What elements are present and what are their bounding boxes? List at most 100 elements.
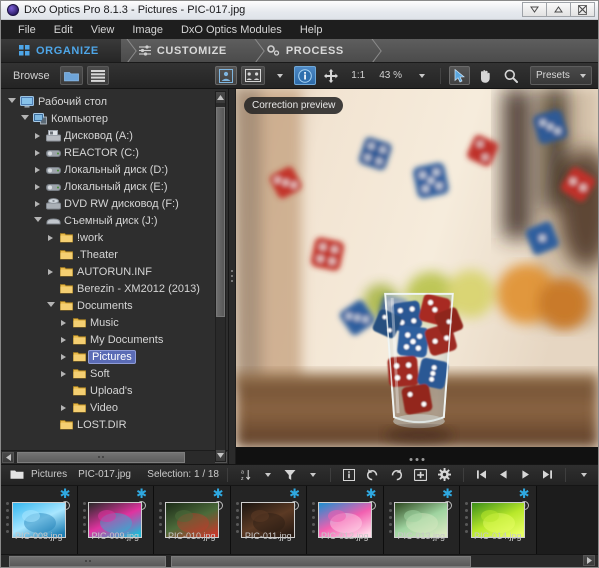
magnifier-tool-icon[interactable]: [500, 66, 522, 85]
tree-item-a[interactable]: Дисковод (A:): [1, 127, 228, 144]
menu-view[interactable]: View: [82, 22, 124, 38]
scroll-thumb[interactable]: [216, 107, 225, 317]
scroll-left-button[interactable]: [2, 451, 14, 463]
tree-item-reactor-c[interactable]: REACTOR (C:): [1, 144, 228, 161]
tree-item-[interactable]: Рабочий стол: [1, 93, 228, 110]
menu-dxo-optics-modules[interactable]: DxO Optics Modules: [172, 22, 291, 38]
filmstrip-horizontal-scrollbar[interactable]: [1, 554, 598, 567]
tree-item-berezin-xm2012-2013[interactable]: Berezin - XM2012 (2013): [1, 280, 228, 297]
thumbnail-item[interactable]: ✱ PIC-012.jpg: [307, 485, 384, 554]
star-badge-icon[interactable]: ✱: [519, 487, 530, 500]
star-badge-icon[interactable]: ✱: [60, 487, 71, 500]
pane-splitter[interactable]: [229, 89, 236, 464]
chevron-right-icon[interactable]: [31, 149, 44, 156]
tree-item-video[interactable]: Video: [1, 399, 228, 416]
thumbnail-item[interactable]: ✱ PIC-013.jpg: [383, 485, 460, 554]
rating-dots[interactable]: [159, 501, 162, 533]
image-preview-pane[interactable]: Correction preview: [236, 89, 598, 464]
chevron-right-icon[interactable]: [57, 336, 70, 343]
star-badge-icon[interactable]: ✱: [213, 487, 224, 500]
menu-help[interactable]: Help: [291, 22, 332, 38]
star-badge-icon[interactable]: ✱: [442, 487, 453, 500]
tree-item-j[interactable]: Съемный диск (J:): [1, 212, 228, 229]
chevron-down-icon[interactable]: [44, 301, 57, 310]
tree-item-[interactable]: Компьютер: [1, 110, 228, 127]
chevron-right-icon[interactable]: [57, 353, 70, 360]
chevron-right-icon[interactable]: [57, 404, 70, 411]
tab-organize[interactable]: ORGANIZE: [1, 39, 121, 62]
add-plus-icon[interactable]: [410, 466, 431, 483]
chevron-down-icon[interactable]: [5, 97, 18, 106]
rating-dots[interactable]: [465, 501, 468, 533]
thumbnail-item[interactable]: ✱ PIC-008.jpg: [1, 485, 78, 554]
folder-icon[interactable]: [59, 66, 83, 85]
gear-icon[interactable]: [434, 466, 455, 483]
thumbnail-item[interactable]: ✱ PIC-011.jpg: [230, 485, 307, 554]
tree-horizontal-scrollbar[interactable]: [1, 449, 228, 464]
sort-az-icon[interactable]: a z: [236, 466, 255, 483]
star-badge-icon[interactable]: ✱: [289, 487, 300, 500]
sort-chevron-down-icon[interactable]: [258, 466, 277, 483]
rating-dots[interactable]: [388, 501, 392, 533]
move-tool-icon[interactable]: [320, 66, 342, 85]
close-button[interactable]: [570, 2, 595, 17]
rating-dots[interactable]: [312, 501, 315, 533]
chevron-right-icon[interactable]: [57, 370, 70, 377]
filmstrip-scroll-thumb-left[interactable]: [9, 555, 166, 567]
maximize-button[interactable]: [546, 2, 571, 17]
folder-tree[interactable]: Рабочий стол Компьютер Дисковод (A:) REACTO…: [1, 89, 228, 450]
chevron-right-icon[interactable]: [44, 268, 57, 275]
filter-funnel-icon[interactable]: [280, 466, 300, 483]
tree-item-music[interactable]: Music: [1, 314, 228, 331]
scroll-track[interactable]: [216, 103, 225, 450]
menu-image[interactable]: Image: [123, 22, 172, 38]
filmstrip-scroll-thumb-right[interactable]: [171, 555, 471, 567]
tree-item-d[interactable]: Локальный диск (D:): [1, 161, 228, 178]
menu-file[interactable]: File: [9, 22, 45, 38]
chevron-right-icon[interactable]: [31, 200, 44, 207]
tab-process[interactable]: PROCESS: [249, 39, 366, 62]
tree-item-documents[interactable]: Documents: [1, 297, 228, 314]
tab-customize[interactable]: CUSTOMIZE: [121, 39, 249, 62]
scroll-up-button[interactable]: [216, 92, 225, 103]
thumbnail-item[interactable]: ✱ PIC-014.jpg: [460, 485, 537, 554]
filmstrip-scroll-right-button[interactable]: [583, 555, 595, 566]
tree-item-soft[interactable]: Soft: [1, 365, 228, 382]
scroll-down-button[interactable]: [216, 449, 225, 461]
filter-chevron-down-icon[interactable]: [303, 466, 322, 483]
chevron-down-icon[interactable]: [31, 216, 44, 225]
tree-item-pictures[interactable]: Pictures: [1, 348, 228, 365]
rotate-left-icon[interactable]: [362, 466, 383, 483]
minimize-button[interactable]: [522, 2, 547, 17]
tree-item-theater[interactable]: .Theater: [1, 246, 228, 263]
chevron-right-icon[interactable]: [31, 132, 44, 139]
thumbnail-item[interactable]: ✱ PIC-009.jpg: [77, 485, 154, 554]
single-image-view-icon[interactable]: [215, 66, 238, 85]
rating-dots[interactable]: [82, 501, 86, 533]
h-scroll-thumb[interactable]: [17, 451, 185, 463]
thumbnail-list[interactable]: ✱ PIC-008.jpg ✱ PIC-009.jpg ✱ PIC-010.jpg ✱ PIC…: [1, 485, 598, 554]
chevron-right-icon[interactable]: [31, 166, 44, 173]
chevron-down-icon[interactable]: [18, 114, 31, 123]
info-icon[interactable]: [294, 66, 317, 85]
overflow-chevron-down-icon[interactable]: [574, 466, 593, 483]
chevron-right-icon[interactable]: [44, 234, 57, 241]
list-view-icon[interactable]: [86, 66, 109, 85]
tree-item-dvd-rw-f[interactable]: DVD RW дисковод (F:): [1, 195, 228, 212]
nav-first-icon[interactable]: [472, 466, 491, 483]
nav-last-icon[interactable]: [538, 466, 557, 483]
hand-tool-icon[interactable]: [474, 66, 496, 85]
tree-vertical-scrollbar[interactable]: [215, 91, 226, 462]
tree-item-my-documents[interactable]: My Documents: [1, 331, 228, 348]
tree-item-work[interactable]: !work: [1, 229, 228, 246]
menu-edit[interactable]: Edit: [45, 22, 82, 38]
zoom-chevron-down-icon[interactable]: [411, 66, 432, 85]
tree-item-autorun-inf[interactable]: AUTORUN.INF: [1, 263, 228, 280]
chevron-right-icon[interactable]: [31, 183, 44, 190]
rating-dots[interactable]: [6, 501, 9, 533]
nav-previous-icon[interactable]: [494, 466, 513, 483]
chevron-right-icon[interactable]: [57, 319, 70, 326]
filmstrip-scroll-track[interactable]: [3, 555, 596, 567]
zoom-level-value[interactable]: 43 %: [374, 70, 407, 81]
tree-item-upload-s[interactable]: Upload's: [1, 382, 228, 399]
